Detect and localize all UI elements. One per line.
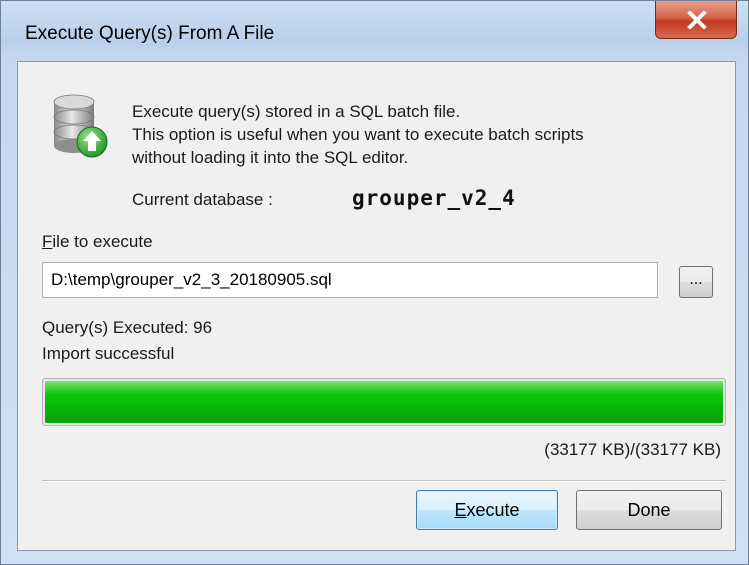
description: Execute query(s) stored in a SQL batch f… <box>132 100 584 169</box>
done-button[interactable]: Done <box>576 490 722 530</box>
divider <box>42 480 726 482</box>
execute-accelerator: E <box>454 500 467 520</box>
import-result-text: Import successful <box>42 344 175 363</box>
progress-bar-fill <box>45 381 723 423</box>
description-line-2: This option is useful when you want to e… <box>132 125 584 144</box>
queries-executed-text: Query(s) Executed: 96 <box>42 318 213 337</box>
current-database-label: Current database : <box>132 190 273 209</box>
execute-button[interactable]: Execute <box>416 490 558 530</box>
database-import-icon <box>53 94 108 158</box>
title-bar[interactable]: Execute Query(s) From A File <box>1 1 748 44</box>
dialog-content: Execute query(s) stored in a SQL batch f… <box>17 61 736 551</box>
progress-bar <box>42 378 726 426</box>
close-icon <box>687 11 707 29</box>
file-label-accelerator: F <box>42 232 53 251</box>
description-line-3: without loading it into the SQL editor. <box>132 148 409 167</box>
browse-button[interactable]: ... <box>679 266 713 298</box>
file-to-execute-label: File to execute <box>42 232 153 252</box>
window-title: Execute Query(s) From A File <box>25 23 275 44</box>
execute-label: xecute <box>466 500 520 520</box>
file-label-text: ile to execute <box>52 232 153 251</box>
current-database-value: grouper_v2_4 <box>352 186 516 210</box>
close-button[interactable] <box>655 1 737 39</box>
file-path-input[interactable]: D:\temp\grouper_v2_3_20180905.sql <box>42 262 658 298</box>
size-progress-text: (33177 KB)/(33177 KB) <box>544 440 721 459</box>
dialog-window: Execute Query(s) From A File Execute que… <box>0 0 749 565</box>
description-line-1: Execute query(s) stored in a SQL batch f… <box>132 102 461 121</box>
